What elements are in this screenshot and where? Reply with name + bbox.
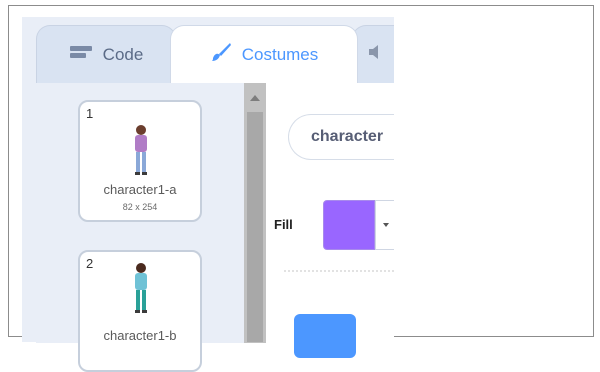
character-sprite-icon: [130, 124, 152, 181]
chevron-down-icon: [383, 223, 389, 227]
fill-color-dropdown[interactable]: [375, 200, 394, 250]
tab-code-label: Code: [102, 44, 144, 64]
costume-number: 2: [86, 256, 94, 271]
scrollbar-thumb[interactable]: [247, 112, 263, 342]
costume-size: 82 x 254: [122, 202, 158, 212]
tab-code[interactable]: Code: [36, 25, 176, 83]
tab-costumes-label: Costumes: [241, 44, 319, 64]
character-sprite-icon: [130, 262, 152, 319]
costume-name-input[interactable]: character: [288, 114, 394, 160]
costume-name: character1-a: [103, 182, 177, 197]
costume-card-2[interactable]: 2 character1-b: [78, 250, 202, 372]
tab-sounds[interactable]: [352, 25, 394, 83]
paintbrush-icon: [210, 42, 232, 67]
tab-costumes[interactable]: Costumes: [170, 25, 358, 83]
costume-name: character1-b: [103, 328, 177, 343]
fill-color-swatch[interactable]: [323, 200, 375, 250]
speaker-icon: [367, 43, 381, 66]
costume-card-1[interactable]: 1 character1-a 82 x 254: [78, 100, 202, 222]
costume-name-input-value: character: [311, 128, 384, 145]
fill-label: Fill: [274, 217, 293, 232]
toolbar-divider: [284, 270, 394, 272]
code-blocks-icon: [69, 44, 93, 65]
scroll-up-arrow-icon[interactable]: [250, 95, 260, 101]
select-tool-button[interactable]: [294, 314, 356, 358]
costume-number: 1: [86, 106, 94, 121]
